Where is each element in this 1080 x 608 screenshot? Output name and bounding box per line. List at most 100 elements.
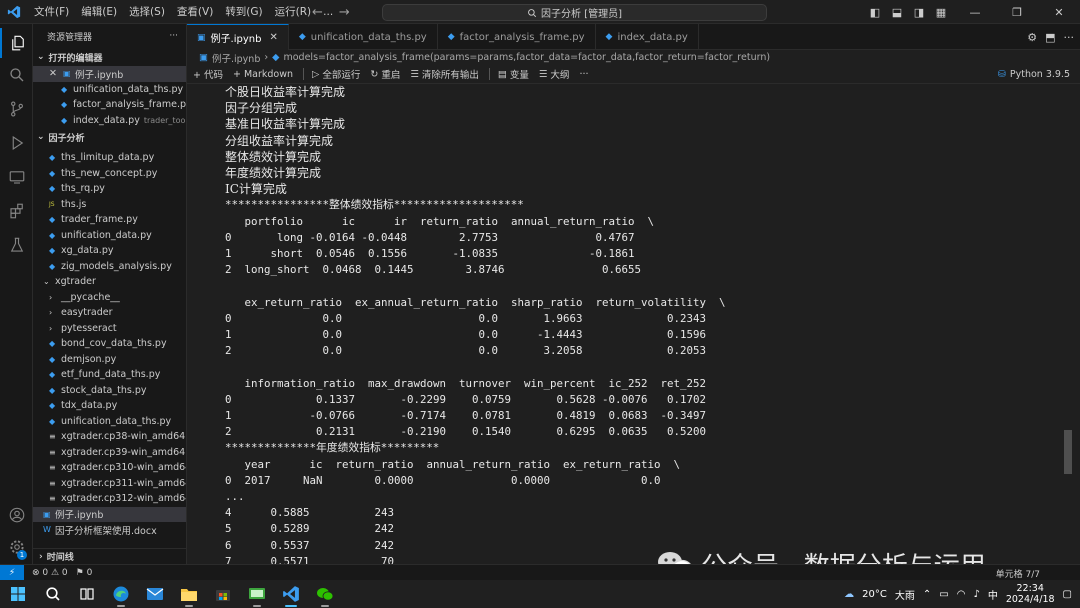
ports-indicator[interactable]: ⚑ 0 <box>76 568 93 578</box>
file-item[interactable]: ≡ xgtrader.cp310-win_amd64.... <box>33 460 186 476</box>
file-item[interactable]: ≡ xgtrader.cp38-win_amd64.pyd <box>33 429 186 445</box>
cell-position[interactable]: 单元格 7/7 <box>996 567 1040 580</box>
menu-file[interactable]: 文件(F) <box>28 0 75 24</box>
clock[interactable]: 22:34 2024/4/18 <box>1006 583 1055 605</box>
restore-icon[interactable]: ❐ <box>996 6 1038 19</box>
tab-unification-data-ths[interactable]: ◆ unification_data_ths.py <box>289 24 438 50</box>
open-editor-item[interactable]: ◆ index_data.py trader_tool <box>33 113 186 129</box>
add-markdown-button[interactable]: + Markdown <box>233 69 293 80</box>
store-icon[interactable] <box>206 580 240 608</box>
file-item[interactable]: ◆ ths_limitup_data.py <box>33 150 186 166</box>
toolbar-more-button[interactable]: ··· <box>579 69 588 80</box>
remote-indicator[interactable]: ⚡ <box>0 564 24 581</box>
file-item[interactable]: ◆ trader_frame.py <box>33 212 186 228</box>
open-editors-section[interactable]: ⌄ 打开的编辑器 <box>33 48 186 66</box>
task-view-icon[interactable] <box>70 580 104 608</box>
restart-button[interactable]: ↻ 重启 <box>370 67 400 82</box>
account-icon[interactable] <box>0 500 33 530</box>
file-item[interactable]: ≡ xgtrader.cp311-win_amd64.... <box>33 476 186 492</box>
customize-layout-icon[interactable]: ▦ <box>932 6 950 19</box>
search-view-icon[interactable] <box>0 60 33 90</box>
file-item[interactable]: ◆ bond_cov_data_ths.py <box>33 336 186 352</box>
file-item[interactable]: ◆ demjson.py <box>33 352 186 368</box>
forward-arrow-icon[interactable]: → <box>339 5 350 20</box>
file-item[interactable]: ◆ tdx_data.py <box>33 398 186 414</box>
file-item[interactable]: ◆ zig_models_analysis.py <box>33 259 186 275</box>
ime-indicator[interactable]: 中 <box>988 587 998 602</box>
close-window-icon[interactable]: ✕ <box>1038 6 1080 19</box>
problems-indicator[interactable]: ⊗ 0 ⚠ 0 <box>32 568 68 578</box>
weather-text[interactable]: 大雨 <box>895 587 915 602</box>
tab-index-data[interactable]: ◆ index_data.py <box>596 24 699 50</box>
clear-outputs-button[interactable]: ☰ 清除所有输出 <box>410 67 479 82</box>
tray-overflow-icon[interactable]: ⌃ <box>923 589 931 600</box>
file-item[interactable]: ◆ etf_fund_data_ths.py <box>33 367 186 383</box>
file-item[interactable]: ◆ unification_data_ths.py <box>33 414 186 430</box>
scrollbar-thumb[interactable] <box>1064 430 1072 474</box>
remote-explorer-icon[interactable] <box>0 162 33 192</box>
timeline-section[interactable]: › 时间线 <box>33 548 186 564</box>
split-editor-icon[interactable]: ⬒ <box>1045 31 1055 44</box>
source-control-icon[interactable] <box>0 94 33 124</box>
close-editor-icon[interactable]: ✕ <box>49 68 57 79</box>
extensions-icon[interactable] <box>0 196 33 226</box>
edge-browser-icon[interactable] <box>104 580 138 608</box>
menu-edit[interactable]: 编辑(E) <box>75 0 123 24</box>
weather-icon[interactable]: ☁ <box>844 589 854 600</box>
project-section[interactable]: ⌄ 因子分析 <box>33 128 186 146</box>
breadcrumb-file[interactable]: 例子.ipynb <box>212 51 260 65</box>
start-button[interactable] <box>0 580 36 608</box>
folder-item[interactable]: › easytrader <box>33 305 186 321</box>
open-editor-item[interactable]: ✕ ▣ 例子.ipynb <box>33 66 186 82</box>
vscode-taskbar-icon[interactable] <box>274 580 308 608</box>
back-arrow-icon[interactable]: ← <box>312 5 323 20</box>
folder-item[interactable]: ⌄ xgtrader <box>33 274 186 290</box>
settings-gear-icon[interactable]: 1 <box>0 532 33 562</box>
file-item[interactable]: ◆ ths_rq.py <box>33 181 186 197</box>
close-tab-icon[interactable]: ✕ <box>269 32 277 43</box>
breadcrumb-cell[interactable]: models=factor_analysis_frame(params=para… <box>283 52 770 63</box>
more-actions-icon[interactable]: ··· <box>1064 31 1075 44</box>
variables-button[interactable]: ▤ 变量 <box>498 67 529 82</box>
toggle-secondary-sidebar-icon[interactable]: ◨ <box>910 6 928 19</box>
mail-icon[interactable] <box>138 580 172 608</box>
explorer-icon[interactable] <box>0 28 33 58</box>
file-item[interactable]: ◆ ths_new_concept.py <box>33 166 186 182</box>
menu-selection[interactable]: 选择(S) <box>123 0 171 24</box>
run-all-button[interactable]: ▷ 全部运行 <box>312 67 360 82</box>
file-item[interactable]: ◆ unification_data.py <box>33 228 186 244</box>
menu-run[interactable]: 运行(R) <box>269 0 318 24</box>
file-item[interactable]: ◆ xg_data.py <box>33 243 186 259</box>
folder-item[interactable]: › pytesseract <box>33 321 186 337</box>
run-debug-icon[interactable] <box>0 128 33 158</box>
command-center[interactable]: 因子分析 [管理员] <box>382 4 767 21</box>
weather-temp[interactable]: 20°C <box>862 589 887 600</box>
toggle-panel-icon[interactable]: ⬓ <box>888 6 906 19</box>
volume-icon[interactable]: ♪ <box>973 589 979 600</box>
file-item[interactable]: ◆ stock_data_ths.py <box>33 383 186 399</box>
menu-view[interactable]: 查看(V) <box>171 0 219 24</box>
menu-go[interactable]: 转到(G) <box>219 0 268 24</box>
outline-button[interactable]: ☰ 大纲 <box>539 67 570 82</box>
settings-gear-icon[interactable]: ⚙ <box>1027 31 1037 44</box>
tab-example-ipynb[interactable]: ▣ 例子.ipynb ✕ <box>187 24 289 50</box>
taskbar-search-icon[interactable] <box>36 580 70 608</box>
minimize-icon[interactable]: — <box>954 6 996 19</box>
file-item[interactable]: ≡ xgtrader.cp312-win_amd64.... <box>33 491 186 507</box>
add-code-button[interactable]: + 代码 <box>193 67 223 81</box>
wechat-taskbar-icon[interactable] <box>308 580 342 608</box>
file-item[interactable]: ▣ 例子.ipynb <box>33 506 186 522</box>
file-item[interactable]: ≡ xgtrader.cp39-win_amd64.pyd <box>33 445 186 461</box>
open-editor-item[interactable]: ◆unification_data_ths.pyx... <box>33 82 186 98</box>
remote-desktop-icon[interactable] <box>240 580 274 608</box>
folder-item[interactable]: › __pycache__ <box>33 290 186 306</box>
explorer-more-icon[interactable]: ··· <box>169 31 178 41</box>
kernel-picker[interactable]: ⛁ Python 3.9.5 <box>998 69 1070 80</box>
notifications-icon[interactable]: ▢ <box>1063 589 1072 600</box>
testing-flask-icon[interactable] <box>0 230 33 260</box>
file-explorer-icon[interactable] <box>172 580 206 608</box>
tab-factor-analysis-frame[interactable]: ◆ factor_analysis_frame.py <box>438 24 596 50</box>
toggle-sidebar-icon[interactable]: ◧ <box>866 6 884 19</box>
network-icon[interactable]: ◠ <box>957 589 966 600</box>
file-item[interactable]: JS ths.js <box>33 197 186 213</box>
